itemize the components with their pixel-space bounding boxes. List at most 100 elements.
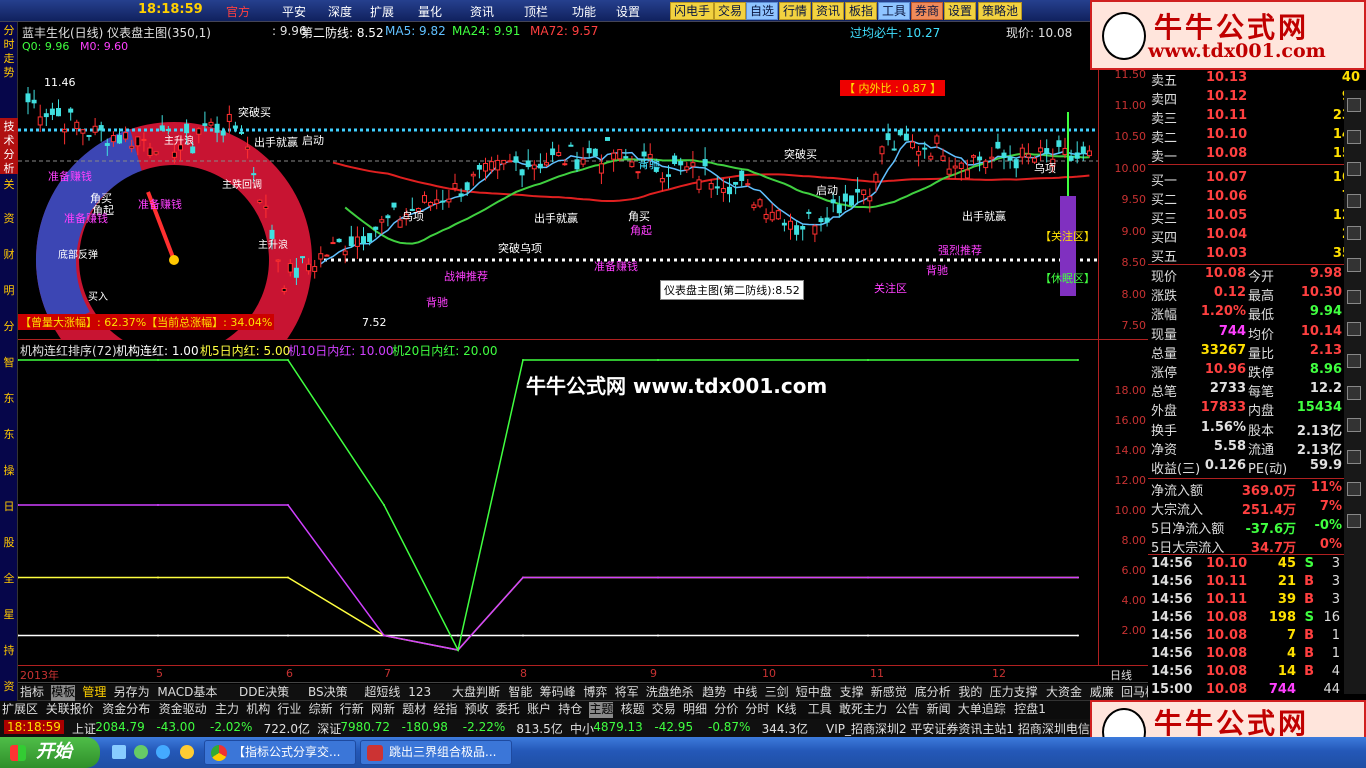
function-tab[interactable]: 主力 <box>215 702 239 718</box>
indicator-tab[interactable]: 指标 <box>20 685 44 701</box>
task-chrome[interactable]: 【指标公式分享交... <box>204 740 356 765</box>
function-tab[interactable]: 委托 <box>496 702 520 718</box>
quote-row[interactable]: 卖三10.11233 <box>1148 108 1366 127</box>
period-label[interactable]: 日线 <box>1110 667 1132 683</box>
toolbar-icon[interactable] <box>1347 354 1361 368</box>
function-tab[interactable]: 明细 <box>683 702 707 718</box>
quote-row[interactable]: 买三10.05127 <box>1148 208 1366 227</box>
quote-row[interactable]: 买五10.03359 <box>1148 246 1366 265</box>
quote-row[interactable]: 卖四10.1297 <box>1148 89 1366 108</box>
toolbar-icon[interactable] <box>1347 386 1361 400</box>
function-tab[interactable]: 题材 <box>402 702 426 718</box>
quote-row[interactable]: 买一10.07161 <box>1148 170 1366 189</box>
function-tab[interactable]: 核题 <box>621 702 645 718</box>
indicator-tab[interactable]: 将军 <box>615 685 639 701</box>
menu-official[interactable]: 官方 <box>226 3 250 20</box>
function-tab[interactable]: 分时 <box>745 702 769 718</box>
btn-strategy-pool[interactable]: 策略池 <box>978 2 1023 20</box>
function-tab[interactable]: 主题 <box>589 702 614 718</box>
quicklaunch-icon[interactable] <box>180 745 194 759</box>
quote-row[interactable]: 卖五 10.13 40 <box>1148 70 1366 89</box>
function-tab[interactable]: K线 <box>777 702 797 718</box>
menu-news[interactable]: 资讯 <box>470 3 494 20</box>
tab-dong2[interactable]: 东 <box>0 428 18 442</box>
function-tab[interactable]: 预收 <box>465 702 489 718</box>
quote-row[interactable]: 买四10.0429 <box>1148 227 1366 246</box>
menu-depth[interactable]: 深度 <box>328 3 352 20</box>
function-tab[interactable]: 机构 <box>246 702 270 718</box>
function-tab[interactable]: 扩展区 <box>2 702 38 718</box>
function-tab[interactable]: 交易 <box>652 702 676 718</box>
indicator-tab[interactable]: 威廉 <box>1090 685 1114 701</box>
main-kline-chart[interactable]: 蓝丰生化(日线) 仪表盘主图(350,1) : 9.96 第二防线: 8.52 … <box>18 22 1098 340</box>
function-tab[interactable]: 账户 <box>527 702 551 718</box>
quote-row[interactable]: 卖一10.08150 <box>1148 146 1366 165</box>
tab-gu[interactable]: 股 <box>0 536 18 550</box>
task-tdx[interactable]: 跳出三界组合极品... <box>360 740 512 765</box>
toolbar-icon[interactable] <box>1347 130 1361 144</box>
toolbar-icon[interactable] <box>1347 482 1361 496</box>
function-tab[interactable]: 资金分布 <box>102 702 150 718</box>
start-button[interactable]: 开始 <box>0 737 100 768</box>
indicator-tab[interactable]: 中线 <box>733 685 757 701</box>
server-info[interactable]: VIP_招商深圳2 平安证券资讯主站1 招商深圳电信 <box>826 720 1090 737</box>
toolbar-icon[interactable] <box>1347 226 1361 240</box>
menu-quant[interactable]: 量化 <box>418 3 442 20</box>
btn-board-index[interactable]: 板指 <box>845 2 878 20</box>
indicator-chart[interactable]: 机构连红排序(72) 机构连红: 1.00 机5日内红: 5.00 机10日内红… <box>18 340 1098 666</box>
indicator-tab[interactable]: 大资金 <box>1046 685 1082 701</box>
toolbar-icon[interactable] <box>1347 322 1361 336</box>
quote-row[interactable]: 买二10.0675 <box>1148 189 1366 208</box>
function-tab[interactable]: 公告 <box>895 702 919 718</box>
tab-technical[interactable]: 技术分析 <box>0 118 18 175</box>
indicator-tab[interactable]: 智能 <box>508 685 532 701</box>
function-tab[interactable]: 行新 <box>340 702 364 718</box>
function-tab[interactable]: 关联报价 <box>46 702 94 718</box>
menu-settings[interactable]: 设置 <box>616 3 640 20</box>
btn-market[interactable]: 行情 <box>779 2 812 20</box>
menu-functions[interactable]: 功能 <box>572 3 596 20</box>
indicator-tab[interactable]: 洗盘绝杀 <box>646 685 694 701</box>
btn-info[interactable]: 资讯 <box>812 2 845 20</box>
indicator-tab[interactable]: 博弈 <box>583 685 607 701</box>
btn-flash-trader[interactable]: 闪电手 <box>670 2 715 20</box>
tab-ri[interactable]: 日 <box>0 500 18 514</box>
indicator-tab[interactable]: 三剑 <box>765 685 789 701</box>
ie-icon[interactable] <box>156 745 170 759</box>
indicator-tab[interactable]: 筹码峰 <box>540 685 576 701</box>
btn-broker[interactable]: 券商 <box>911 2 944 20</box>
indicator-tab[interactable]: 趋势 <box>702 685 726 701</box>
function-tab[interactable]: 综新 <box>309 702 333 718</box>
show-desktop-icon[interactable] <box>112 745 126 759</box>
function-tab[interactable]: 网新 <box>371 702 395 718</box>
function-tab[interactable]: 新闻 <box>927 702 951 718</box>
tab-guan[interactable]: 关 <box>0 178 18 192</box>
tab-fen[interactable]: 分 <box>0 320 18 334</box>
tab-cai[interactable]: 财 <box>0 248 18 262</box>
tab-intraday[interactable]: 分时走势 <box>0 22 18 79</box>
toolbar-icon[interactable] <box>1347 290 1361 304</box>
indicator-tab[interactable]: 123 <box>408 685 431 701</box>
tab-chi[interactable]: 持 <box>0 644 18 658</box>
indicator-tab[interactable]: 我的 <box>958 685 982 701</box>
btn-watchlist[interactable]: 自选 <box>746 2 779 20</box>
btn-setup[interactable]: 设置 <box>944 2 977 20</box>
toolbar-icon[interactable] <box>1347 194 1361 208</box>
toolbar-icon[interactable] <box>1347 98 1361 112</box>
function-tab[interactable]: 分价 <box>714 702 738 718</box>
function-tab[interactable]: 控盘1 <box>1014 702 1046 718</box>
tab-quan[interactable]: 全 <box>0 572 18 586</box>
function-tab[interactable]: 敢死主力 <box>839 702 887 718</box>
tab-zi2[interactable]: 资 <box>0 680 18 694</box>
btn-trade[interactable]: 交易 <box>714 2 747 20</box>
indicator-tab[interactable]: 支撑 <box>840 685 864 701</box>
indicator-tab[interactable]: 短中盘 <box>796 685 832 701</box>
function-tab[interactable]: 行业 <box>277 702 301 718</box>
btn-tools[interactable]: 工具 <box>878 2 911 20</box>
indicator-tab[interactable]: 大盘判断 <box>452 685 500 701</box>
function-tab[interactable]: 持仓 <box>558 702 582 718</box>
tab-ming[interactable]: 明 <box>0 284 18 298</box>
function-tab[interactable]: 经指 <box>433 702 457 718</box>
indicator-tab[interactable]: BS决策 <box>308 685 348 701</box>
toolbar-icon[interactable] <box>1347 514 1361 528</box>
